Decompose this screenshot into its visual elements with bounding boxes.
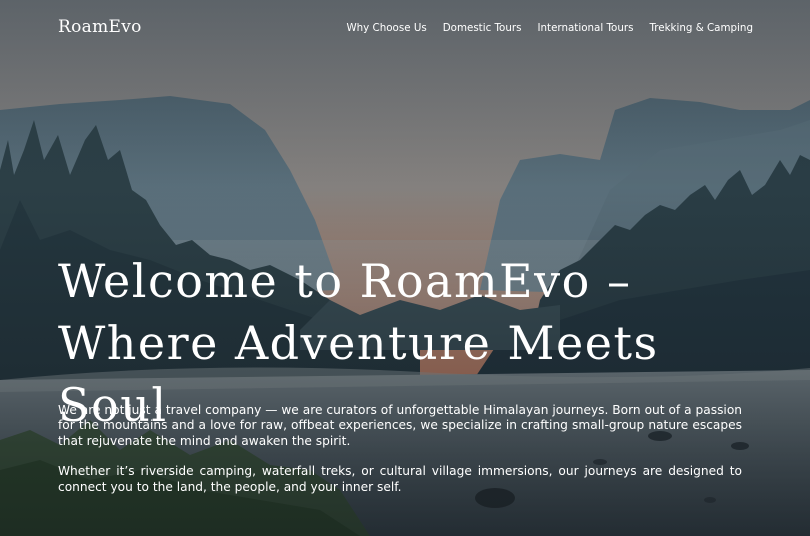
hero-paragraph-2: Whether it’s riverside camping, waterfal… [58, 464, 742, 494]
nav-why-choose-us[interactable]: Why Choose Us [346, 22, 426, 34]
nav-international-tours[interactable]: International Tours [537, 22, 633, 34]
nav-trekking-camping[interactable]: Trekking & Camping [649, 22, 753, 34]
brand-logo[interactable]: RoamEvo [58, 17, 142, 37]
hero-description: We are not just a travel company — we ar… [58, 403, 742, 510]
site-header: RoamEvo Why Choose Us Domestic Tours Int… [0, 0, 810, 58]
nav-domestic-tours[interactable]: Domestic Tours [443, 22, 522, 34]
hero-paragraph-1: We are not just a travel company — we ar… [58, 403, 742, 448]
main-nav: Why Choose Us Domestic Tours Internation… [346, 22, 753, 34]
hero-title-line-1: Welcome to RoamEvo – [58, 254, 632, 308]
